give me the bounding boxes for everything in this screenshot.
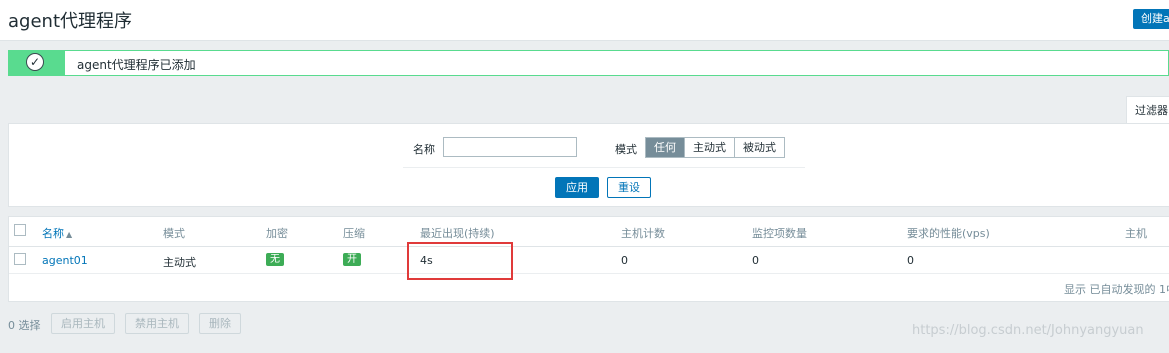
mode-label: 模式	[615, 143, 637, 156]
reset-button[interactable]: 重设	[607, 177, 651, 198]
table-row: agent01 主动式 无 开 4s 0 0 0	[9, 246, 1169, 274]
message-text: agent代理程序已添加	[77, 58, 196, 72]
filter-panel: 名称 模式 任何 主动式 被动式 应用 重设	[8, 123, 1169, 207]
agent-mode: 主动式	[163, 256, 196, 269]
column-name-label: 名称	[42, 227, 64, 240]
filter-divider	[403, 167, 805, 168]
sort-asc-icon: ▲	[66, 230, 73, 239]
column-header-item-count: 监控项数量	[752, 227, 807, 240]
mode-option-any[interactable]: 任何	[646, 138, 684, 157]
select-all-checkbox[interactable]	[14, 224, 26, 236]
column-header-compression: 压缩	[343, 227, 365, 240]
column-header-vps: 要求的性能(vps)	[907, 227, 990, 240]
encryption-badge: 无	[266, 253, 284, 266]
delete-button[interactable]: 删除	[199, 313, 241, 334]
check-circle-icon: ✓	[26, 53, 44, 71]
column-header-hosts: 主机	[1125, 227, 1147, 240]
mode-segmented-control: 任何 主动式 被动式	[645, 137, 785, 158]
table-footer-status: 显示 已自动发现的 1中的1	[1064, 283, 1169, 296]
column-header-last-seen: 最近出现(持续)	[420, 227, 495, 240]
tab-filter[interactable]: 过滤器	[1126, 96, 1169, 123]
disable-hosts-button[interactable]: 禁用主机	[125, 313, 189, 334]
page-title: agent代理程序	[8, 11, 132, 32]
host-count-value: 0	[621, 254, 628, 267]
table-header: 名称 ▲ 模式 加密 压缩 最近出现(持续) 主机计数 监控项数量 要求的性能(v…	[9, 217, 1169, 247]
column-header-mode: 模式	[163, 227, 185, 240]
page-header: agent代理程序 创建agent	[0, 0, 1169, 41]
agent-name-link[interactable]: agent01	[42, 254, 88, 267]
create-agent-button[interactable]: 创建agent	[1133, 9, 1169, 29]
name-label: 名称	[413, 143, 435, 156]
column-header-encryption: 加密	[266, 227, 288, 240]
column-header-host-count: 主机计数	[621, 227, 665, 240]
compression-badge: 开	[343, 253, 361, 266]
mode-option-active[interactable]: 主动式	[684, 138, 734, 157]
vps-value: 0	[907, 254, 914, 267]
selected-count: 0 选择	[8, 319, 41, 332]
agents-table: 名称 ▲ 模式 加密 压缩 最近出现(持续) 主机计数 监控项数量 要求的性能(v…	[8, 216, 1169, 302]
column-header-name[interactable]: 名称 ▲	[42, 225, 72, 241]
mode-option-passive[interactable]: 被动式	[734, 138, 784, 157]
apply-button[interactable]: 应用	[555, 177, 599, 198]
highlight-box	[407, 242, 513, 280]
row-checkbox[interactable]	[14, 253, 26, 265]
enable-hosts-button[interactable]: 启用主机	[51, 313, 115, 334]
success-message: ✓ agent代理程序已添加	[8, 50, 1169, 76]
message-icon-box: ✓	[9, 51, 65, 75]
item-count-value: 0	[752, 254, 759, 267]
name-input[interactable]	[443, 137, 577, 157]
watermark: https://blog.csdn.net/Johnyangyuan	[912, 323, 1144, 338]
